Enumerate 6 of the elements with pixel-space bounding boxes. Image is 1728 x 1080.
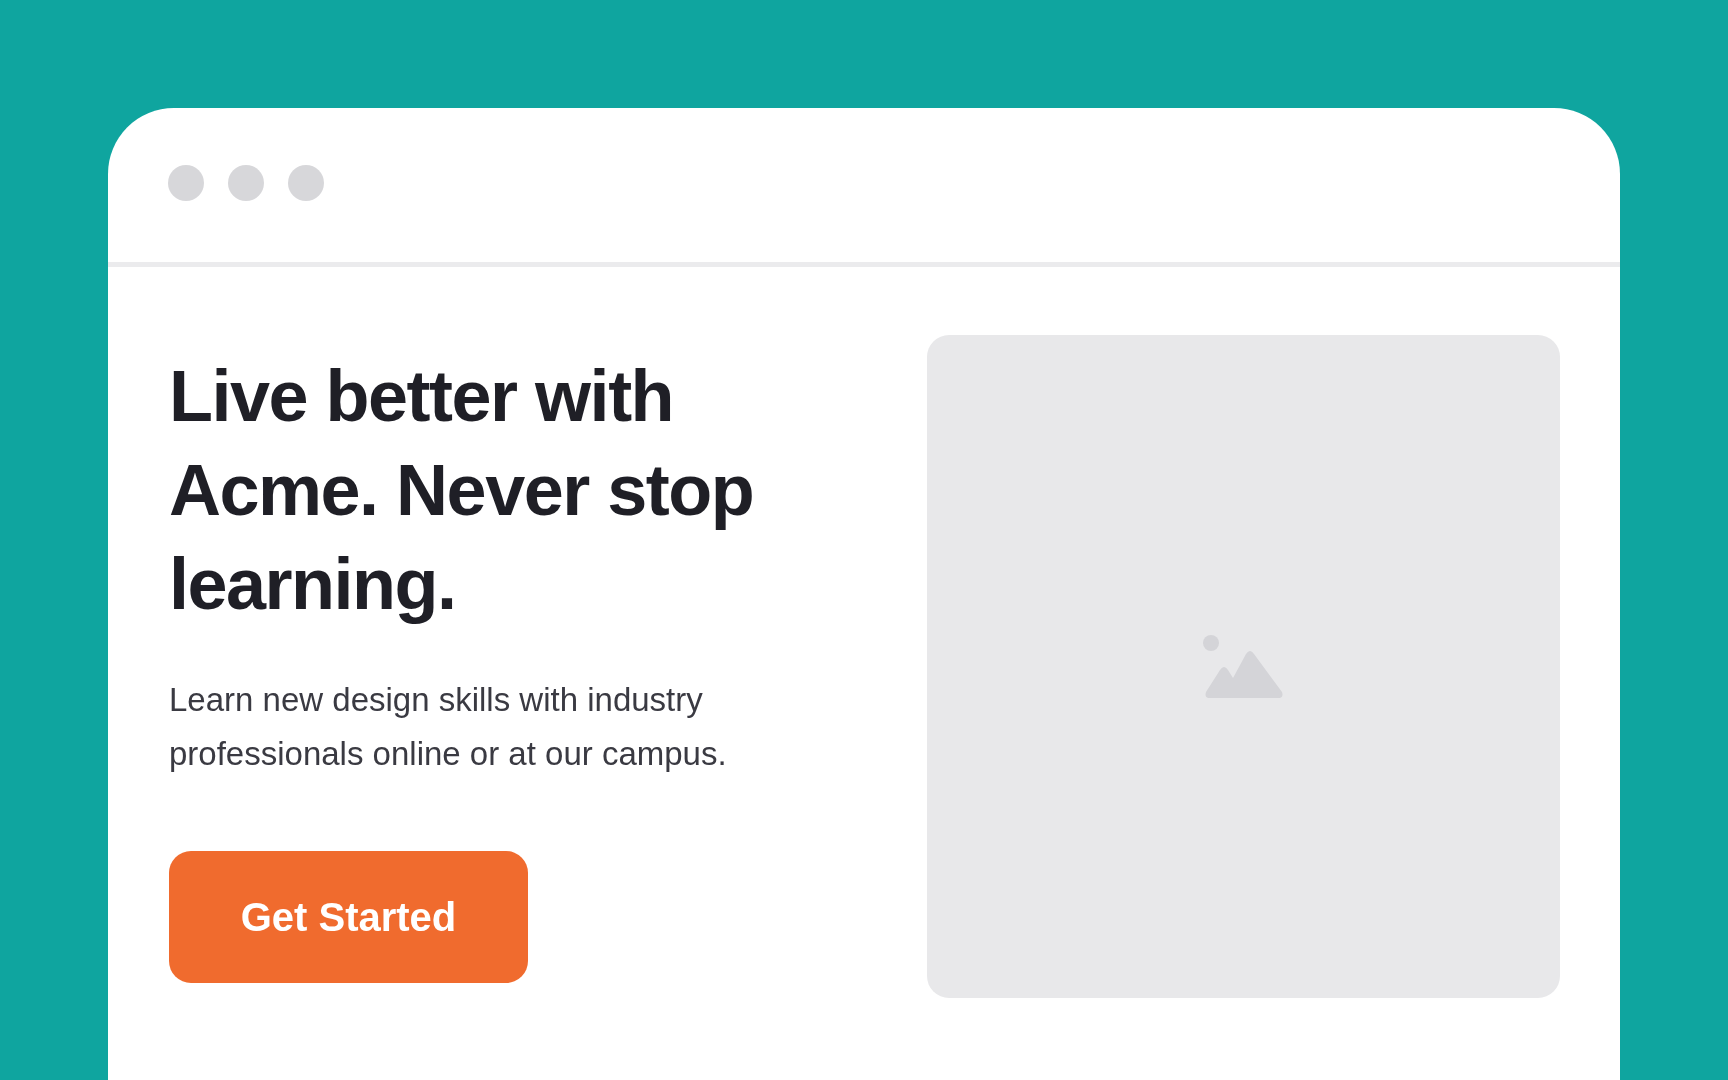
hero-description: Learn new design skills with industry professionals online or at our campus. xyxy=(169,680,728,774)
window-dot-icon xyxy=(168,165,204,201)
get-started-button[interactable]: Get Started xyxy=(169,851,528,983)
window-dot-icon xyxy=(228,165,264,201)
window-dot-icon xyxy=(288,165,324,201)
hero-headline: Live better with Acme. Never stop learning. xyxy=(169,355,755,626)
